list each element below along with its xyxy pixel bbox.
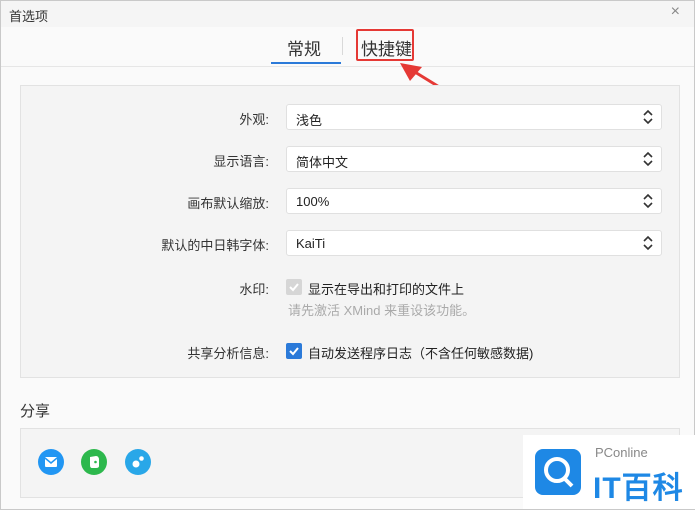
title-bar: 首选项 × <box>1 1 694 27</box>
close-icon[interactable]: × <box>671 4 680 20</box>
analytics-checkbox-label: 自动发送程序日志（不含任何敏感数据) <box>308 346 534 361</box>
watermark-label: 水印: <box>239 282 269 297</box>
logo-subtitle: PConline <box>595 445 648 460</box>
share-link-icon[interactable] <box>125 449 151 475</box>
check-icon <box>289 347 299 356</box>
cjk-font-select[interactable]: KaiTi <box>286 230 662 256</box>
zoom-select[interactable]: 100% <box>286 188 662 214</box>
analytics-label: 共享分析信息: <box>187 346 269 361</box>
language-label: 显示语言: <box>213 154 269 169</box>
tab-divider <box>342 37 343 55</box>
tab-general[interactable]: 常规 <box>287 35 321 60</box>
chevron-updown-icon <box>643 151 653 167</box>
watermark-hint: 请先激活 XMind 来重设该功能。 <box>288 303 476 318</box>
preferences-window: 首选项 × 常规 快捷键 外观: 浅色 显示语言: 简体中文 画布默认缩放: 1… <box>0 0 695 510</box>
chevron-updown-icon <box>643 109 653 125</box>
active-tab-indicator <box>271 62 341 64</box>
cjk-font-value: KaiTi <box>296 236 326 251</box>
language-select[interactable]: 简体中文 <box>286 146 662 172</box>
share-section-title: 分享 <box>20 403 51 420</box>
zoom-value: 100% <box>296 194 330 209</box>
settings-panel: 外观: 浅色 显示语言: 简体中文 画布默认缩放: 100% 默认的中日韩字体: <box>20 85 680 378</box>
watermark-checkbox[interactable] <box>286 279 302 295</box>
check-icon <box>289 283 299 292</box>
evernote-icon[interactable] <box>81 449 107 475</box>
pconline-logo-icon <box>535 449 581 495</box>
logo-title: IT百科 <box>593 472 684 505</box>
language-value: 简体中文 <box>296 155 349 170</box>
annotation-highlight-box <box>356 29 414 61</box>
cjk-font-label: 默认的中日韩字体: <box>161 238 269 253</box>
window-title: 首选项 <box>9 9 49 24</box>
appearance-select[interactable]: 浅色 <box>286 104 662 130</box>
chevron-updown-icon <box>643 235 653 251</box>
zoom-label: 画布默认缩放: <box>187 196 269 211</box>
chevron-updown-icon <box>643 193 653 209</box>
appearance-value: 浅色 <box>296 113 323 128</box>
watermark-checkbox-label: 显示在导出和打印的文件上 <box>308 282 465 297</box>
watermark-logo: PConline IT百科 <box>523 435 695 509</box>
tab-bar: 常规 快捷键 <box>1 27 694 67</box>
analytics-checkbox[interactable] <box>286 343 302 359</box>
appearance-label: 外观: <box>239 112 269 127</box>
mail-icon[interactable] <box>38 449 64 475</box>
